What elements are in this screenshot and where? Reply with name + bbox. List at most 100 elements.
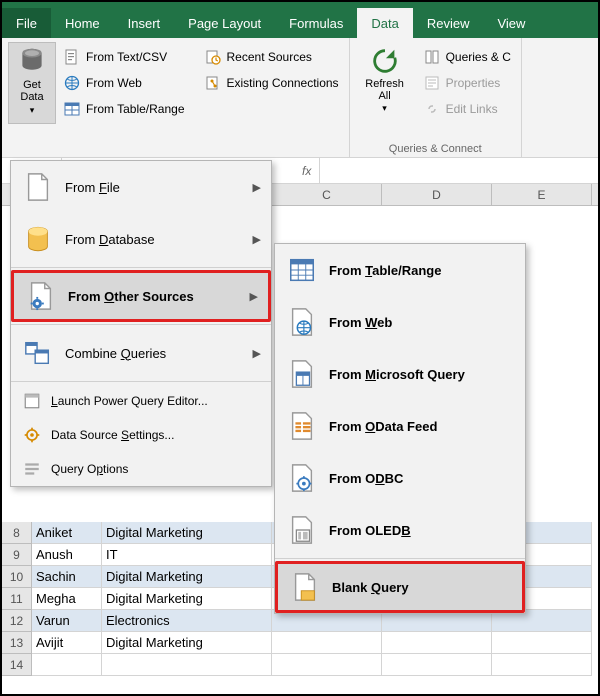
tab-home[interactable]: Home	[51, 8, 114, 38]
tab-data[interactable]: Data	[357, 8, 412, 38]
cell[interactable]: Digital Marketing	[102, 632, 272, 654]
cell[interactable]: Digital Marketing	[102, 588, 272, 610]
row-header[interactable]: 12	[2, 610, 32, 632]
tab-page-layout[interactable]: Page Layout	[174, 8, 275, 38]
cell[interactable]	[272, 654, 382, 676]
col-header-e[interactable]: E	[492, 184, 592, 205]
from-text-csv-button[interactable]: From Text/CSV	[60, 46, 189, 68]
menu-label: Combine Queries	[65, 346, 247, 361]
table-row: 13 Avijit Digital Marketing	[2, 632, 598, 654]
row-header[interactable]: 8	[2, 522, 32, 544]
chevron-down-icon: ▾	[382, 103, 387, 114]
cell[interactable]: Aniket	[32, 522, 102, 544]
cell[interactable]: Electronics	[102, 610, 272, 632]
submenu-from-web[interactable]: From Web	[275, 296, 525, 348]
properties-label: Properties	[446, 76, 501, 90]
edit-links-button: Edit Links	[420, 98, 515, 120]
from-table-range-label: From Table/Range	[86, 102, 185, 116]
cell[interactable]	[272, 632, 382, 654]
submenu-blank-query[interactable]: Blank Query	[275, 561, 525, 613]
submenu-from-table-range[interactable]: From Table/Range	[275, 244, 525, 296]
group-label-queries: Queries & Connect	[356, 143, 515, 155]
col-header-d[interactable]: D	[382, 184, 492, 205]
get-data-button[interactable]: GetData ▾	[8, 42, 56, 124]
submenu-from-odbc[interactable]: From ODBC	[275, 452, 525, 504]
tab-formulas[interactable]: Formulas	[275, 8, 357, 38]
from-text-csv-label: From Text/CSV	[86, 50, 167, 64]
submenu-from-odata[interactable]: From OData Feed	[275, 400, 525, 452]
col-header-c[interactable]: C	[272, 184, 382, 205]
row-header[interactable]: 9	[2, 544, 32, 566]
row-header[interactable]: 13	[2, 632, 32, 654]
cell[interactable]: Digital Marketing	[102, 566, 272, 588]
chevron-right-icon: ▶	[253, 233, 261, 246]
get-data-menu: From File ▶ From Database ▶ From Other S…	[10, 160, 272, 487]
submenu-label: From Microsoft Query	[329, 367, 515, 382]
cell[interactable]	[382, 632, 492, 654]
menu-label: From Database	[65, 232, 247, 247]
queries-connections-button[interactable]: Queries & C	[420, 46, 515, 68]
editor-icon	[23, 392, 41, 410]
globe-file-icon	[287, 307, 317, 337]
gear-icon	[23, 426, 41, 444]
menu-from-database[interactable]: From Database ▶	[11, 213, 271, 265]
refresh-all-button[interactable]: RefreshAll ▾	[356, 42, 414, 120]
text-file-icon	[64, 49, 80, 65]
cell[interactable]: Anush	[32, 544, 102, 566]
refresh-icon	[370, 46, 400, 76]
cell[interactable]: Avijit	[32, 632, 102, 654]
msquery-icon	[287, 359, 317, 389]
tab-file[interactable]: File	[2, 8, 51, 38]
cell[interactable]: IT	[102, 544, 272, 566]
cell[interactable]: Digital Marketing	[102, 522, 272, 544]
menu-combine-queries[interactable]: Combine Queries ▶	[11, 327, 271, 379]
submenu-label: From OLEDB	[329, 523, 515, 538]
row-header[interactable]: 11	[2, 588, 32, 610]
queries-connections-label: Queries & C	[446, 50, 511, 64]
menu-from-other-sources[interactable]: From Other Sources ▶	[11, 270, 271, 322]
tab-insert[interactable]: Insert	[114, 8, 175, 38]
menu-label: From Other Sources	[68, 289, 244, 304]
tab-view[interactable]: View	[483, 8, 539, 38]
properties-icon	[424, 75, 440, 91]
tab-review[interactable]: Review	[413, 8, 484, 38]
submenu-label: From Web	[329, 315, 515, 330]
table-icon	[287, 255, 317, 285]
cell[interactable]: Varun	[32, 610, 102, 632]
recent-icon	[205, 49, 221, 65]
cell[interactable]	[102, 654, 272, 676]
cell[interactable]	[32, 654, 102, 676]
database-icon	[18, 47, 46, 75]
row-header[interactable]: 14	[2, 654, 32, 676]
recent-sources-button[interactable]: Recent Sources	[201, 46, 343, 68]
chevron-right-icon: ▶	[250, 290, 258, 303]
cell[interactable]	[382, 654, 492, 676]
from-web-button[interactable]: From Web	[60, 72, 189, 94]
existing-connections-button[interactable]: Existing Connections	[201, 72, 343, 94]
menu-data-source-settings[interactable]: Data Source Settings...	[11, 418, 271, 452]
submenu-label: From OData Feed	[329, 419, 515, 434]
existing-connections-label: Existing Connections	[227, 76, 339, 90]
from-table-range-button[interactable]: From Table/Range	[60, 98, 189, 120]
menu-label: From File	[65, 180, 247, 195]
queries-icon	[424, 49, 440, 65]
cell[interactable]: Megha	[32, 588, 102, 610]
table-icon	[64, 101, 80, 117]
row-header[interactable]: 10	[2, 566, 32, 588]
ribbon-tabs: File Home Insert Page Layout Formulas Da…	[2, 8, 598, 38]
menu-label: Query Options	[51, 462, 261, 476]
database-icon	[23, 224, 53, 254]
submenu-from-microsoft-query[interactable]: From Microsoft Query	[275, 348, 525, 400]
submenu-label: From ODBC	[329, 471, 515, 486]
menu-launch-power-query[interactable]: Launch Power Query Editor...	[11, 384, 271, 418]
menu-from-file[interactable]: From File ▶	[11, 161, 271, 213]
cell[interactable]	[492, 654, 592, 676]
menu-query-options[interactable]: Query Options	[11, 452, 271, 486]
fx-label[interactable]: fx	[294, 158, 320, 183]
submenu-from-oledb[interactable]: From OLEDB	[275, 504, 525, 556]
edit-links-label: Edit Links	[446, 102, 498, 116]
cell[interactable]	[492, 632, 592, 654]
cell[interactable]: Sachin	[32, 566, 102, 588]
oledb-icon	[287, 515, 317, 545]
file-icon	[23, 172, 53, 202]
